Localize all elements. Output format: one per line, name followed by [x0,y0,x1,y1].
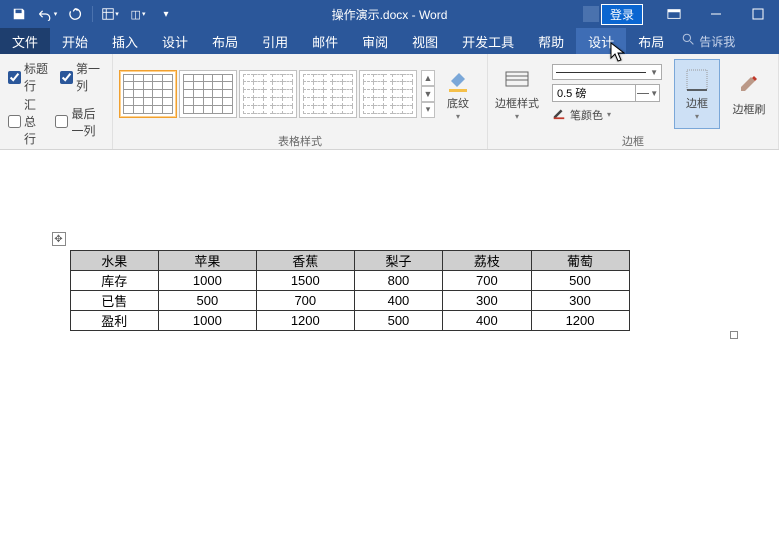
qat-button-2[interactable]: ◫▾ [125,2,151,26]
table-cell[interactable]: 1000 [158,311,256,331]
table-header-cell[interactable]: 梨子 [354,251,442,271]
table-cell[interactable]: 300 [531,291,629,311]
tab-file[interactable]: 文件 [0,28,50,54]
table-row: 盈利 1000 1200 500 400 1200 [70,311,629,331]
tab-table-layout[interactable]: 布局 [626,28,676,54]
opt-first-column[interactable]: 第一列 [60,60,104,94]
table-resize-handle[interactable] [730,331,738,339]
shading-icon [444,66,472,94]
tab-references[interactable]: 引用 [250,28,300,54]
group-title-borders: 边框 [488,133,778,149]
weight-dropdown-icon[interactable]: ▼ [636,84,660,102]
opt-total-row[interactable]: 汇总行 [8,96,47,147]
tab-table-design[interactable]: 设计 [576,28,626,54]
table-cell[interactable]: 库存 [70,271,158,291]
table-cell[interactable]: 1500 [256,271,354,291]
dropdown-icon: ▾ [515,112,519,121]
tab-layout[interactable]: 布局 [200,28,250,54]
tab-view[interactable]: 视图 [400,28,450,54]
tab-help[interactable]: 帮助 [526,28,576,54]
redo-button[interactable] [62,2,88,26]
gallery-table-styles: ▲ ▼ ▾ [119,70,435,118]
minimize-button[interactable] [695,0,737,28]
data-table[interactable]: 水果 苹果 香蕉 梨子 荔枝 葡萄 库存 1000 1500 800 700 5… [70,250,630,331]
table-cell[interactable]: 500 [531,271,629,291]
tab-design-doc[interactable]: 设计 [150,28,200,54]
table-cell[interactable]: 已售 [70,291,158,311]
document-area[interactable]: ✥ 水果 苹果 香蕉 梨子 荔枝 葡萄 库存 1000 1500 800 700… [0,150,779,545]
table-cell[interactable]: 700 [443,271,531,291]
dropdown-icon: ▾ [456,112,460,121]
table-style-4[interactable] [299,70,357,118]
table-cell[interactable]: 300 [443,291,531,311]
gallery-scroll-up[interactable]: ▲ [421,70,435,86]
gallery-scroll-down[interactable]: ▼ [421,86,435,102]
tellme-label: 告诉我 [699,33,735,50]
undo-button[interactable]: ▾ [34,2,60,26]
group-table-style-options: 标题行 第一列 汇总行 最后一列 镶边行 镶边列 表格样式选项 [0,54,113,149]
account-icon [583,6,599,22]
opt-header-row[interactable]: 标题行 [8,60,52,94]
page: ✥ 水果 苹果 香蕉 梨子 荔枝 葡萄 库存 1000 1500 800 700… [30,160,750,371]
table-cell[interactable]: 400 [443,311,531,331]
table-header-cell[interactable]: 水果 [70,251,158,271]
pen-color-button[interactable]: 笔颜色 ▾ [552,106,662,123]
borders-icon [683,66,711,94]
tab-bar: 文件 开始 插入 设计 布局 引用 邮件 审阅 视图 开发工具 帮助 设计 布局… [0,28,779,54]
tab-review[interactable]: 审阅 [350,28,400,54]
table-header-cell[interactable]: 葡萄 [531,251,629,271]
shading-button[interactable]: 底纹 ▾ [435,59,481,129]
table-style-2[interactable] [179,70,237,118]
table-style-5[interactable] [359,70,417,118]
table-style-3[interactable] [239,70,297,118]
title-bar: ▾ ▾ ◫▾ ▾ 操作演示.docx - Word 登录 [0,0,779,28]
table-style-1[interactable] [119,70,177,118]
dropdown-icon: ▾ [695,112,699,121]
tellme-search[interactable]: 告诉我 [682,28,735,54]
border-painter-button[interactable]: 边框刷 [726,59,772,129]
ribbon-options-button[interactable] [653,0,695,28]
table-cell[interactable]: 500 [158,291,256,311]
tab-insert[interactable]: 插入 [100,28,150,54]
border-styles-icon [503,66,531,94]
border-styles-button[interactable]: 边框样式 ▾ [494,59,540,129]
table-cell[interactable]: 1000 [158,271,256,291]
pen-color-icon [552,106,566,123]
qat-customize[interactable]: ▾ [153,2,179,26]
group-borders: 边框样式 ▾ ▼ 0.5 磅 ▼ 笔颜色 ▾ 边框 ▾ [488,54,779,149]
table-cell[interactable]: 1200 [256,311,354,331]
save-button[interactable] [6,2,32,26]
tab-devtools[interactable]: 开发工具 [450,28,526,54]
qat-button-1[interactable]: ▾ [97,2,123,26]
table-cell[interactable]: 1200 [531,311,629,331]
dropdown-icon: ▾ [607,110,611,119]
gallery-expand[interactable]: ▾ [421,102,435,118]
tab-mailings[interactable]: 邮件 [300,28,350,54]
search-icon [682,33,695,49]
line-style-combo[interactable]: ▼ [552,64,662,80]
table-cell[interactable]: 700 [256,291,354,311]
table-cell[interactable]: 盈利 [70,311,158,331]
quick-access-toolbar: ▾ ▾ ◫▾ ▾ [0,2,179,26]
table-header-cell[interactable]: 苹果 [158,251,256,271]
borders-button[interactable]: 边框 ▾ [674,59,720,129]
table-cell[interactable]: 400 [354,291,442,311]
table-header-cell[interactable]: 荔枝 [443,251,531,271]
tab-home[interactable]: 开始 [50,28,100,54]
table-row: 已售 500 700 400 300 300 [70,291,629,311]
login-button[interactable]: 登录 [601,4,643,25]
table-cell[interactable]: 500 [354,311,442,331]
ribbon: 标题行 第一列 汇总行 最后一列 镶边行 镶边列 表格样式选项 [0,54,779,150]
table-row: 库存 1000 1500 800 700 500 [70,271,629,291]
line-weight-combo[interactable]: 0.5 磅 ▼ [552,84,662,102]
border-painter-icon [735,72,763,100]
table-header-row: 水果 苹果 香蕉 梨子 荔枝 葡萄 [70,251,629,271]
table-move-handle[interactable]: ✥ [52,232,66,246]
group-title-table-styles: 表格样式 [113,133,487,149]
table-cell[interactable]: 800 [354,271,442,291]
maximize-button[interactable] [737,0,779,28]
opt-last-column[interactable]: 最后一列 [55,96,104,147]
table-header-cell[interactable]: 香蕉 [256,251,354,271]
group-table-styles: ▲ ▼ ▾ 底纹 ▾ 表格样式 [113,54,488,149]
